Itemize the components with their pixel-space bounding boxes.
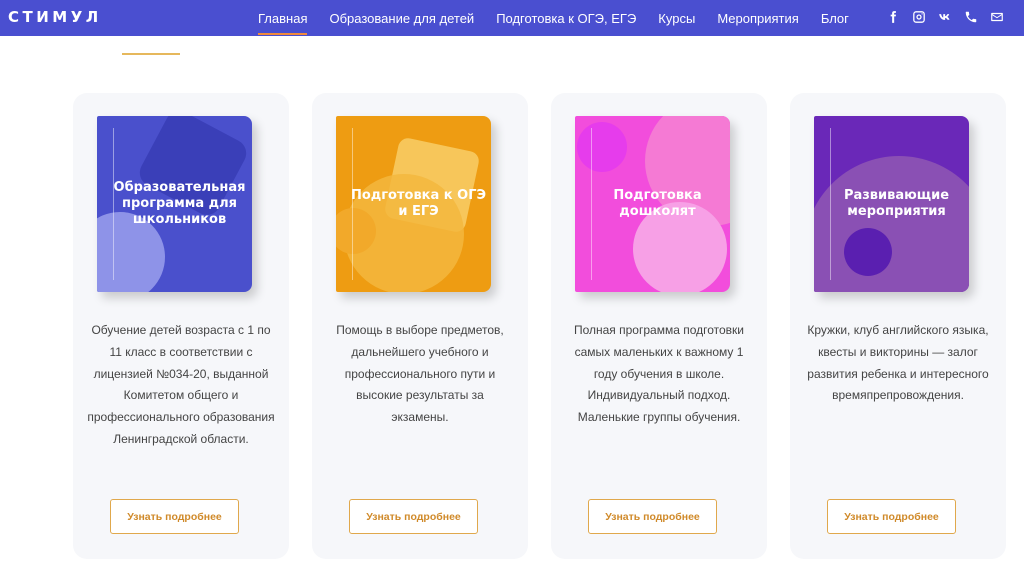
learn-more-button[interactable]: Узнать подробнее [110,499,239,534]
facebook-icon[interactable] [885,9,900,24]
nav-item-courses[interactable]: Курсы [658,11,695,26]
book-title: Образовательная программа для школьников [113,180,246,227]
book-cover-school[interactable]: Образовательная программа для школьников [97,116,252,292]
card-description: Полная программа подготовки самых малень… [573,323,745,425]
phone-icon[interactable] [963,9,978,24]
nav-item-exam-prep[interactable]: Подготовка к ОГЭ, ЕГЭ [496,11,636,26]
program-card-school: Образовательная программа для школьников… [73,93,289,559]
book-title: Развивающие мероприятия [843,188,950,219]
card-description: Кружки, клуб английского языка, квесты и… [807,323,989,403]
card-description: Обучение детей возраста с 1 по 11 класс … [87,323,275,446]
social-links [885,9,1004,24]
learn-more-button[interactable]: Узнать подробнее [827,499,956,534]
program-card-exam-prep: Подготовка к ОГЭ и ЕГЭ Помощь в выборе п… [312,93,528,559]
vk-icon[interactable] [937,9,952,24]
instagram-icon[interactable] [911,9,926,24]
book-cover-events[interactable]: Развивающие мероприятия [814,116,969,292]
program-card-events: Развивающие мероприятия Кружки, клуб анг… [790,93,1006,559]
site-logo[interactable]: СТИМУЛ [8,8,102,26]
book-title: Подготовка к ОГЭ и ЕГЭ [350,188,487,219]
nav-item-home[interactable]: Главная [258,11,308,35]
main-nav: Главная Образование для детей Подготовка… [258,0,871,36]
section-accent-divider [122,53,180,55]
nav-item-blog[interactable]: Блог [821,11,849,26]
book-cover-exam-prep[interactable]: Подготовка к ОГЭ и ЕГЭ [336,116,491,292]
nav-item-events[interactable]: Мероприятия [717,11,799,26]
learn-more-button[interactable]: Узнать подробнее [349,499,478,534]
top-navbar: СТИМУЛ Главная Образование для детей Под… [0,0,1024,36]
book-title: Подготовка дошколят [613,188,702,219]
program-card-preschool: Подготовка дошколят Полная программа под… [551,93,767,559]
book-cover-preschool[interactable]: Подготовка дошколят [575,116,730,292]
learn-more-button[interactable]: Узнать подробнее [588,499,717,534]
mail-icon[interactable] [989,9,1004,24]
card-description: Помощь в выборе предметов, дальнейшего у… [336,323,504,425]
nav-item-kids-education[interactable]: Образование для детей [329,11,474,26]
